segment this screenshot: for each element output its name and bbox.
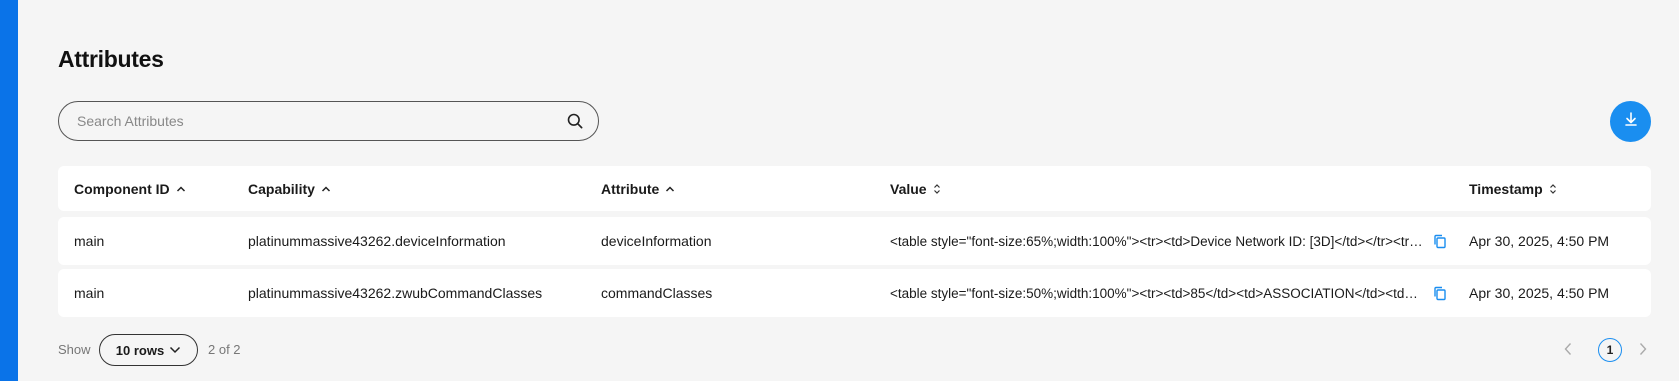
page-title: Attributes [58,46,164,72]
cell-component-id: main [74,233,105,249]
copy-icon[interactable] [1433,269,1447,317]
copy-icon[interactable] [1433,217,1447,265]
attributes-panel: Attributes Component ID Capability Attri… [58,0,1651,381]
chevron-right-icon [1639,343,1647,355]
sort-asc-icon [176,185,185,192]
search-input[interactable] [77,113,566,129]
left-accent-bar [0,0,18,381]
previous-page-button[interactable] [1563,342,1573,361]
download-icon [1623,111,1639,132]
sort-asc-icon [666,185,675,192]
show-label: Show [58,342,91,357]
next-page-button[interactable] [1638,342,1648,361]
column-header-capability[interactable]: Capability [248,166,598,211]
cell-capability: platinummassive43262.deviceInformation [248,233,506,249]
cell-value: <table style="font-size:65%;width:100%">… [890,217,1430,265]
column-header-attribute[interactable]: Attribute [601,166,881,211]
sort-both-icon [933,183,940,194]
column-header-value[interactable]: Value [890,166,1430,211]
cell-timestamp: Apr 30, 2025, 4:50 PM [1469,285,1610,301]
download-button[interactable] [1610,101,1651,142]
cell-value-text: <table style="font-size:65%;width:100%">… [890,233,1425,249]
cell-attribute: deviceInformation [601,233,712,249]
cell-attribute: commandClasses [601,285,713,301]
search-icon[interactable] [566,112,584,130]
table-footer: Show 10 rows 2 of 2 1 [58,334,1651,366]
cell-value: <table style="font-size:50%;width:100%">… [890,269,1430,317]
column-header-component-id[interactable]: Component ID [74,166,234,211]
chevron-left-icon [1564,343,1572,355]
cell-timestamp: Apr 30, 2025, 4:50 PM [1469,233,1610,249]
cell-capability: platinummassive43262.zwubCommandClasses [248,285,543,301]
column-header-timestamp[interactable]: Timestamp [1469,166,1649,211]
rows-per-page-select[interactable]: 10 rows [99,334,198,366]
row-count-label: 2 of 2 [208,342,241,357]
table-row: main platinummassive43262.zwubCommandCla… [58,269,1651,317]
cell-component-id: main [74,285,105,301]
rows-per-page-value: 10 rows [115,342,165,358]
sort-asc-icon [321,185,330,192]
cell-value-text: <table style="font-size:50%;width:100%">… [890,285,1425,301]
table-header: Component ID Capability Attribute Value … [58,166,1651,211]
table-row: main platinummassive43262.deviceInformat… [58,217,1651,265]
search-box[interactable] [58,101,599,141]
page-number-button[interactable]: 1 [1598,338,1622,362]
chevron-down-icon [170,346,181,354]
sort-both-icon [1549,183,1556,194]
